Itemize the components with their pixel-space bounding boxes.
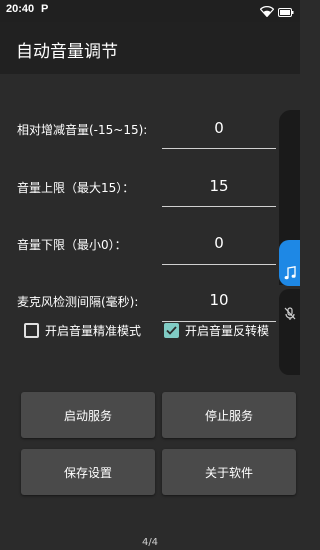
floating-panel-bottom	[279, 289, 300, 375]
page-indicator: 4/4	[141, 537, 159, 548]
floating-side-panel[interactable]	[279, 110, 300, 400]
about-software-button[interactable]: 关于软件	[162, 449, 296, 495]
battery-icon	[278, 2, 294, 21]
volume-max-input[interactable]: 15	[162, 177, 276, 195]
checkmark-icon	[166, 325, 177, 335]
relative-volume-input[interactable]: 0	[162, 119, 276, 137]
mic-off-icon[interactable]	[282, 306, 298, 322]
relative-volume-label: 相对增减音量(-15~15):	[17, 123, 148, 137]
precise-mode-checkbox[interactable]: 开启音量精准模式	[24, 321, 141, 339]
volume-max-label: 音量上限（最大15）：	[17, 181, 135, 195]
app-title: 自动音量调节	[16, 42, 118, 62]
notification-app-icon: P	[41, 3, 49, 15]
status-icons	[259, 2, 294, 21]
invert-mode-checkbox[interactable]: 开启音量反转模	[164, 321, 269, 339]
status-bar: 20:40 P	[0, 0, 300, 22]
volume-min-underline	[162, 264, 276, 265]
precise-mode-label: 开启音量精准模式	[45, 323, 142, 338]
start-service-button[interactable]: 启动服务	[21, 392, 155, 438]
volume-max-underline	[162, 206, 276, 207]
music-note-icon	[284, 266, 296, 280]
invert-mode-label: 开启音量反转模	[185, 323, 270, 338]
mic-interval-input[interactable]: 10	[162, 291, 276, 309]
volume-min-input[interactable]: 0	[162, 234, 276, 252]
volume-min-label: 音量下限（最小0）：	[17, 238, 127, 252]
save-settings-button[interactable]: 保存设置	[21, 449, 155, 495]
music-toggle[interactable]	[279, 240, 300, 286]
status-time: 20:40	[6, 3, 35, 15]
stop-service-button[interactable]: 停止服务	[162, 392, 296, 438]
mic-interval-label: 麦克风检测间隔(毫秒):	[17, 295, 139, 309]
wifi-icon	[259, 2, 275, 21]
relative-volume-underline	[162, 148, 276, 149]
precise-mode-checkbox-box[interactable]	[24, 322, 39, 338]
app-bar: 自动音量调节	[0, 22, 300, 74]
invert-mode-checkbox-box[interactable]	[164, 322, 179, 338]
